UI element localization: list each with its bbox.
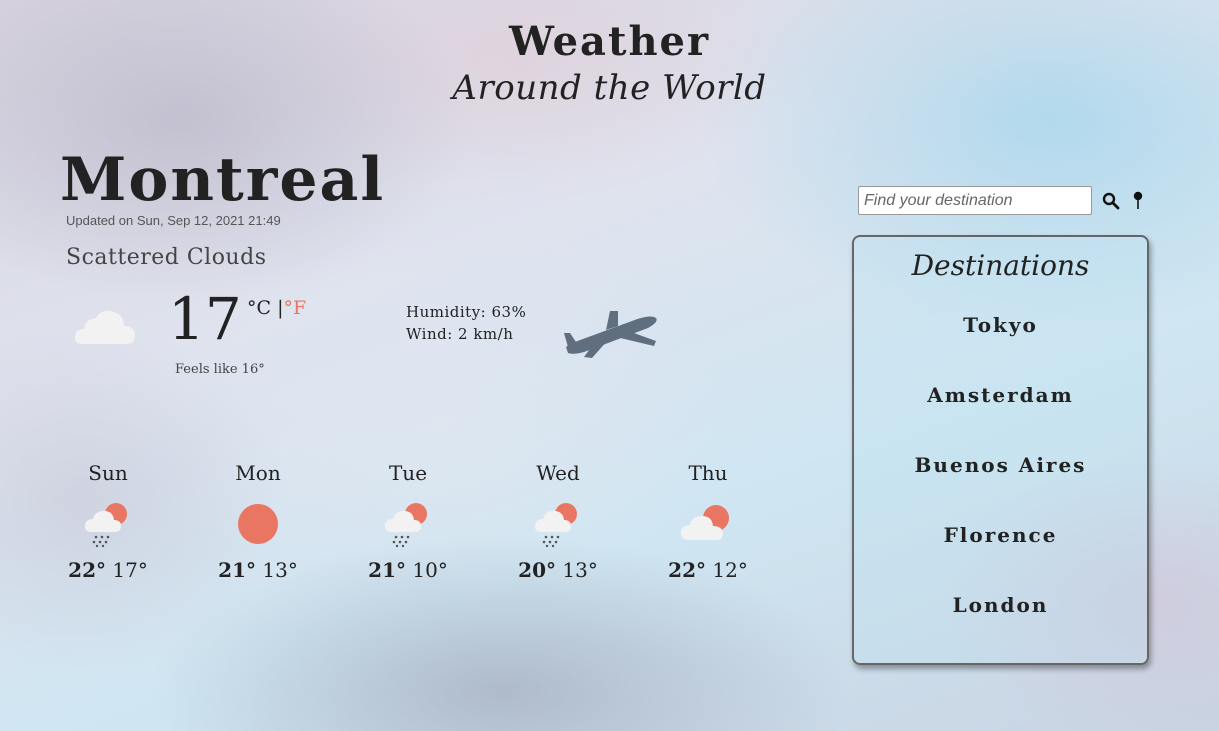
forecast-day: Wed 20° 13°: [483, 460, 633, 582]
destination-item[interactable]: Buenos Aires: [854, 453, 1147, 477]
forecast-day: Tue 21° 10°: [333, 460, 483, 582]
page-header: Weather Around the World: [0, 18, 1219, 110]
forecast-low: 12°: [712, 558, 748, 582]
current-temperature: 17: [168, 285, 242, 353]
forecast-high: 21°: [218, 558, 257, 582]
forecast-day-name: Tue: [388, 461, 428, 485]
forecast-day-name: Wed: [536, 461, 580, 485]
forecast-low: 13°: [562, 558, 598, 582]
sun-icon: [238, 504, 278, 544]
forecast-temps: 22° 12°: [633, 558, 783, 582]
forecast-temps: 22° 17°: [33, 558, 183, 582]
destination-item[interactable]: London: [854, 593, 1147, 617]
forecast-day: Sun 22° 17°: [33, 460, 183, 582]
forecast-day-name: Mon: [235, 461, 281, 485]
forecast-day: Thu 22° 12°: [633, 460, 783, 582]
forecast-temps: 20° 13°: [483, 558, 633, 582]
forecast-high: 20°: [518, 558, 557, 582]
forecast-low: 10°: [412, 558, 448, 582]
search-icon[interactable]: [1102, 192, 1120, 210]
feels-like: Feels like 16°: [175, 362, 265, 377]
humidity: Humidity: 63%: [406, 303, 527, 321]
sun-cloud-icon: [680, 505, 729, 540]
forecast-day-name: Sun: [88, 461, 128, 485]
search-input[interactable]: [858, 186, 1092, 215]
forecast: Sun 22° 17° Mon 21° 13° Tue 21° 10° Wed …: [33, 460, 783, 600]
forecast-low: 13°: [262, 558, 298, 582]
forecast-high: 21°: [368, 558, 407, 582]
destinations-panel: Destinations Tokyo Amsterdam Buenos Aire…: [852, 235, 1149, 665]
unit-toggle: °C |°F: [247, 297, 306, 319]
search-bar: [858, 186, 1143, 215]
forecast-high: 22°: [668, 558, 707, 582]
app-subtitle: Around the World: [452, 68, 767, 108]
destination-item[interactable]: Florence: [854, 523, 1147, 547]
forecast-temps: 21° 10°: [333, 558, 483, 582]
forecast-day: Mon 21° 13°: [183, 460, 333, 582]
weather-details: Humidity: 63% Wind: 2 km/h: [406, 301, 526, 345]
cloud-icon: [74, 310, 135, 344]
sun-cloud-rain-icon: [534, 503, 577, 548]
forecast-high: 22°: [68, 558, 107, 582]
destination-item[interactable]: Tokyo: [854, 313, 1147, 337]
forecast-day-name: Thu: [688, 461, 728, 485]
sun-cloud-rain-icon: [84, 503, 127, 548]
forecast-temps: 21° 13°: [183, 558, 333, 582]
airplane-icon: [564, 311, 657, 358]
city-name: Montreal: [60, 145, 386, 215]
celsius-link[interactable]: °C: [247, 297, 271, 319]
forecast-low: 17°: [112, 558, 148, 582]
sun-cloud-rain-icon: [384, 503, 427, 548]
location-pin-icon[interactable]: [1132, 191, 1144, 211]
destinations-title: Destinations: [911, 249, 1090, 282]
fahrenheit-link[interactable]: °F: [284, 297, 307, 319]
destination-item[interactable]: Amsterdam: [854, 383, 1147, 407]
wind: Wind: 2 km/h: [406, 325, 514, 343]
app-title: Weather: [508, 18, 711, 65]
last-updated: Updated on Sun, Sep 12, 2021 21:49: [66, 213, 281, 228]
weather-description: Scattered Clouds: [66, 245, 267, 270]
